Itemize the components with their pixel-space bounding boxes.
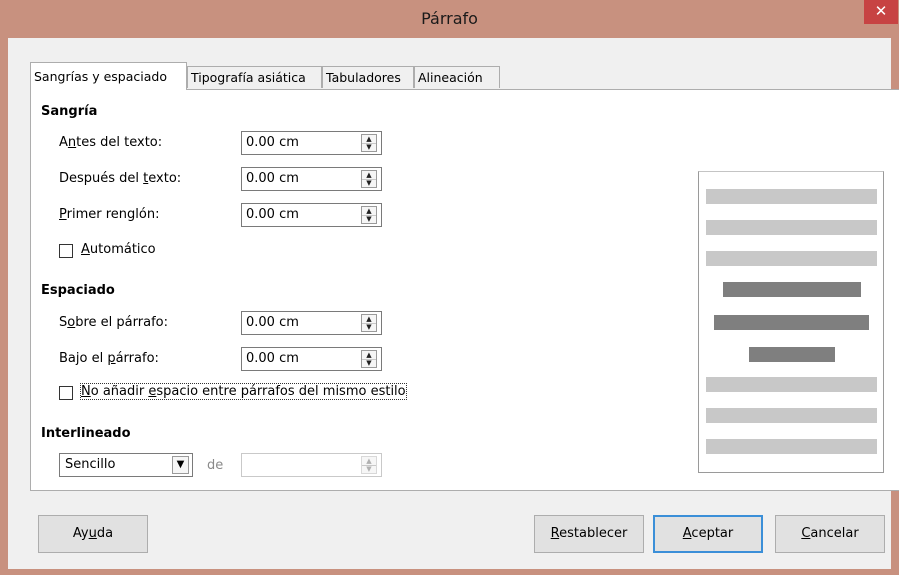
indent-section-title: Sangría [41, 104, 98, 119]
automatic-label[interactable]: Automático [81, 242, 156, 257]
above-paragraph-spinbox[interactable]: 0.00 cm ▲ ▼ [241, 311, 382, 335]
spin-down-icon[interactable]: ▼ [362, 179, 376, 187]
line-spacing-section-title: Interlineado [41, 426, 131, 441]
below-paragraph-value[interactable]: 0.00 cm [246, 351, 299, 366]
below-paragraph-spinbox[interactable]: 0.00 cm ▲ ▼ [241, 347, 382, 371]
help-button[interactable]: Ayuda [38, 515, 148, 553]
spin-buttons[interactable]: ▲ ▼ [361, 206, 377, 224]
no-space-same-style-checkbox[interactable] [59, 386, 73, 400]
close-icon: ✕ [874, 2, 888, 20]
tab-label: Sangrías y espaciado [34, 69, 167, 84]
tab-alignment[interactable]: Alineación [414, 66, 500, 88]
first-line-spinbox[interactable]: 0.00 cm ▲ ▼ [241, 203, 382, 227]
after-text-value[interactable]: 0.00 cm [246, 171, 299, 186]
tab-label: Alineación [418, 70, 483, 85]
spin-down-icon[interactable]: ▼ [362, 465, 376, 473]
first-line-label: Primer renglón: [59, 207, 160, 222]
preview-line [749, 347, 835, 362]
spacing-section-title: Espaciado [41, 283, 115, 298]
no-space-same-style-label[interactable]: No añadir espacio entre párrafos del mis… [80, 383, 407, 400]
preview-line [723, 282, 861, 297]
before-text-label: Antes del texto: [59, 135, 163, 150]
chevron-down-icon[interactable]: ▼ [172, 456, 189, 474]
spin-buttons[interactable]: ▲ ▼ [361, 350, 377, 368]
before-text-value[interactable]: 0.00 cm [246, 135, 299, 150]
paragraph-preview [698, 171, 884, 473]
preview-line [706, 220, 877, 235]
first-line-value[interactable]: 0.00 cm [246, 207, 299, 222]
line-spacing-of-spinbox[interactable]: ▲ ▼ [241, 453, 382, 477]
reset-button[interactable]: Restablecer [534, 515, 644, 553]
automatic-checkbox[interactable] [59, 244, 73, 258]
tab-panel: Sangría Antes del texto: 0.00 cm ▲ ▼ Desp… [30, 89, 899, 491]
below-paragraph-label: Bajo el párrafo: [59, 351, 159, 366]
spin-buttons[interactable]: ▲ ▼ [361, 314, 377, 332]
preview-line [706, 377, 877, 392]
of-label: de [207, 458, 224, 473]
dialog-body: Sangrías y espaciado Tipografía asiática… [8, 38, 899, 569]
preview-line [706, 251, 877, 266]
cancel-button[interactable]: Cancelar [775, 515, 885, 553]
above-paragraph-value[interactable]: 0.00 cm [246, 315, 299, 330]
spin-down-icon[interactable]: ▼ [362, 143, 376, 151]
spin-buttons[interactable]: ▲ ▼ [361, 170, 377, 188]
after-text-label: Después del texto: [59, 171, 182, 186]
spin-down-icon[interactable]: ▼ [362, 215, 376, 223]
preview-line [706, 408, 877, 423]
spin-down-icon[interactable]: ▼ [362, 323, 376, 331]
tab-asian-typography[interactable]: Tipografía asiática [187, 66, 322, 88]
spin-buttons[interactable]: ▲ ▼ [361, 134, 377, 152]
after-text-spinbox[interactable]: 0.00 cm ▲ ▼ [241, 167, 382, 191]
line-spacing-value[interactable]: Sencillo [65, 457, 115, 472]
preview-line [706, 189, 877, 204]
dialog-title: Párrafo [421, 9, 478, 28]
tab-indents-spacing[interactable]: Sangrías y espaciado [30, 62, 187, 90]
ok-button[interactable]: Aceptar [653, 515, 763, 553]
preview-line [714, 315, 869, 330]
above-paragraph-label: Sobre el párrafo: [59, 315, 168, 330]
paragraph-dialog: Párrafo ✕ Sangrías y espaciado Tipografí… [0, 0, 899, 575]
preview-line [706, 439, 877, 454]
line-spacing-select[interactable]: Sencillo ▼ [59, 453, 193, 477]
title-bar[interactable]: Párrafo ✕ [0, 0, 899, 38]
tab-label: Tabuladores [326, 70, 401, 85]
spin-down-icon[interactable]: ▼ [362, 359, 376, 367]
before-text-spinbox[interactable]: 0.00 cm ▲ ▼ [241, 131, 382, 155]
tab-tabs[interactable]: Tabuladores [322, 66, 414, 88]
spin-buttons[interactable]: ▲ ▼ [361, 456, 377, 474]
tab-label: Tipografía asiática [191, 70, 306, 85]
close-button[interactable]: ✕ [864, 0, 898, 24]
